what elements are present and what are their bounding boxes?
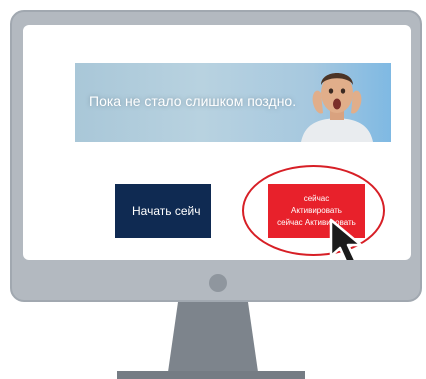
banner-text: Пока не стало слишком поздно. bbox=[89, 93, 297, 109]
mouse-pointer-icon bbox=[329, 218, 363, 260]
start-now-button[interactable]: Начать сейч bbox=[115, 184, 211, 238]
monitor-frame: Пока не стало слишком поздно. Начать сей… bbox=[10, 10, 422, 302]
surprised-man-image bbox=[301, 73, 373, 142]
monitor-screen: Пока не стало слишком поздно. Начать сей… bbox=[23, 25, 411, 260]
promo-banner: Пока не стало слишком поздно. bbox=[75, 63, 391, 142]
power-button-icon[interactable] bbox=[209, 274, 227, 292]
